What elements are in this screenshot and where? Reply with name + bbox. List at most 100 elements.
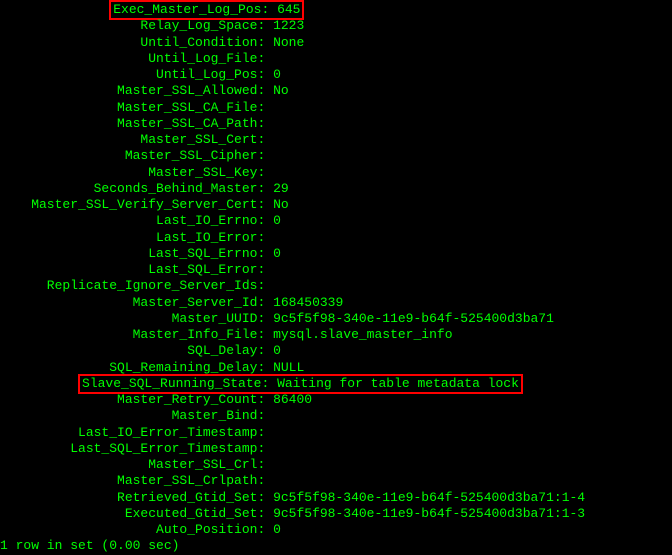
status-key: Master_SSL_Cipher (0, 148, 257, 164)
status-key: Last_IO_Error (0, 230, 257, 246)
status-row: Master_Retry_Count: 86400 (0, 392, 672, 408)
colon-separator: : (257, 35, 273, 51)
status-row: Master_SSL_Cipher: (0, 148, 672, 164)
slave-status-output: Exec_Master_Log_Pos: 645 Relay_Log_Space… (0, 2, 672, 538)
highlight-box: Slave_SQL_Running_State: Waiting for tab… (78, 374, 523, 394)
colon-separator: : (257, 246, 273, 262)
colon-separator: : (257, 278, 273, 294)
status-row: Master_SSL_CA_Path: (0, 116, 672, 132)
colon-separator: : (261, 2, 277, 18)
status-row: Master_SSL_Crlpath: (0, 473, 672, 489)
colon-separator: : (257, 311, 273, 327)
status-row: Retrieved_Gtid_Set: 9c5f5f98-340e-11e9-b… (0, 490, 672, 506)
status-value: 9c5f5f98-340e-11e9-b64f-525400d3ba71:1-4 (273, 490, 585, 506)
status-key: Until_Log_Pos (0, 67, 257, 83)
status-key: Seconds_Behind_Master (0, 181, 257, 197)
status-key: Last_SQL_Error_Timestamp (0, 441, 257, 457)
status-value: 0 (273, 246, 281, 262)
status-row: Last_SQL_Error: (0, 262, 672, 278)
colon-separator: : (257, 392, 273, 408)
status-key: Master_SSL_CA_File (0, 100, 257, 116)
status-row: Until_Condition: None (0, 35, 672, 51)
colon-separator: : (257, 181, 273, 197)
status-key: Replicate_Ignore_Server_Ids (0, 278, 257, 294)
status-row: Relay_Log_Space: 1223 (0, 18, 672, 34)
colon-separator: : (257, 295, 273, 311)
colon-separator: : (257, 197, 273, 213)
colon-separator: : (257, 473, 273, 489)
status-value: 1223 (273, 18, 304, 34)
status-key: Last_SQL_Error (0, 262, 257, 278)
colon-separator: : (257, 165, 273, 181)
colon-separator: : (257, 100, 273, 116)
status-row: Last_IO_Errno: 0 (0, 213, 672, 229)
status-row: Until_Log_Pos: 0 (0, 67, 672, 83)
colon-separator: : (257, 327, 273, 343)
status-row: Master_Server_Id: 168450339 (0, 295, 672, 311)
status-key: Master_SSL_Crlpath (0, 473, 257, 489)
status-row: Master_UUID: 9c5f5f98-340e-11e9-b64f-525… (0, 311, 672, 327)
status-value: None (273, 35, 304, 51)
status-value: 86400 (273, 392, 312, 408)
colon-separator: : (257, 230, 273, 246)
colon-separator: : (257, 213, 273, 229)
result-footer: 1 row in set (0.00 sec) (0, 538, 672, 554)
status-key: Relay_Log_Space (0, 18, 257, 34)
status-row: Master_SSL_Key: (0, 165, 672, 181)
colon-separator: : (257, 490, 273, 506)
status-key: Master_SSL_Key (0, 165, 257, 181)
status-key: Executed_Gtid_Set (0, 506, 257, 522)
colon-separator: : (257, 506, 273, 522)
status-key: Master_Bind (0, 408, 257, 424)
status-key: Master_Retry_Count (0, 392, 257, 408)
status-value: 0 (273, 522, 281, 538)
status-key: Until_Log_File (0, 51, 257, 67)
status-row: Master_Bind: (0, 408, 672, 424)
status-key: Last_IO_Error_Timestamp (0, 425, 257, 441)
colon-separator: : (257, 116, 273, 132)
status-row: Master_Info_File: mysql.slave_master_inf… (0, 327, 672, 343)
status-row: Exec_Master_Log_Pos: 645 (0, 2, 672, 18)
status-key: Auto_Position (0, 522, 257, 538)
colon-separator: : (261, 376, 277, 392)
padding (0, 376, 78, 392)
status-value: 0 (273, 213, 281, 229)
status-key: Master_Info_File (0, 327, 257, 343)
colon-separator: : (257, 148, 273, 164)
status-key: SQL_Delay (0, 343, 257, 359)
colon-separator: : (257, 51, 273, 67)
status-key: Master_SSL_Verify_Server_Cert (0, 197, 257, 213)
status-row: Last_IO_Error: (0, 230, 672, 246)
status-value: mysql.slave_master_info (273, 327, 452, 343)
colon-separator: : (257, 408, 273, 424)
status-value: No (273, 197, 289, 213)
colon-separator: : (257, 441, 273, 457)
status-row: Replicate_Ignore_Server_Ids: (0, 278, 672, 294)
status-key: Last_SQL_Errno (0, 246, 257, 262)
colon-separator: : (257, 132, 273, 148)
status-row: Executed_Gtid_Set: 9c5f5f98-340e-11e9-b6… (0, 506, 672, 522)
status-row: Master_SSL_Crl: (0, 457, 672, 473)
status-key: Master_SSL_CA_Path (0, 116, 257, 132)
status-key: Master_SSL_Crl (0, 457, 257, 473)
status-row: Last_SQL_Errno: 0 (0, 246, 672, 262)
status-key: Slave_SQL_Running_State (82, 376, 261, 392)
status-key: Exec_Master_Log_Pos (113, 2, 261, 18)
highlight-box: Exec_Master_Log_Pos: 645 (109, 0, 304, 20)
colon-separator: : (257, 83, 273, 99)
status-key: Until_Condition (0, 35, 257, 51)
status-row: Until_Log_File: (0, 51, 672, 67)
status-key: Master_Server_Id (0, 295, 257, 311)
status-row: Last_IO_Error_Timestamp: (0, 425, 672, 441)
status-value: 9c5f5f98-340e-11e9-b64f-525400d3ba71 (273, 311, 554, 327)
colon-separator: : (257, 67, 273, 83)
status-row: Last_SQL_Error_Timestamp: (0, 441, 672, 457)
status-value: 0 (273, 343, 281, 359)
colon-separator: : (257, 425, 273, 441)
status-key: Retrieved_Gtid_Set (0, 490, 257, 506)
status-key: Master_UUID (0, 311, 257, 327)
status-row: Master_SSL_Verify_Server_Cert: No (0, 197, 672, 213)
colon-separator: : (257, 18, 273, 34)
status-row: Slave_SQL_Running_State: Waiting for tab… (0, 376, 672, 392)
status-row: Seconds_Behind_Master: 29 (0, 181, 672, 197)
